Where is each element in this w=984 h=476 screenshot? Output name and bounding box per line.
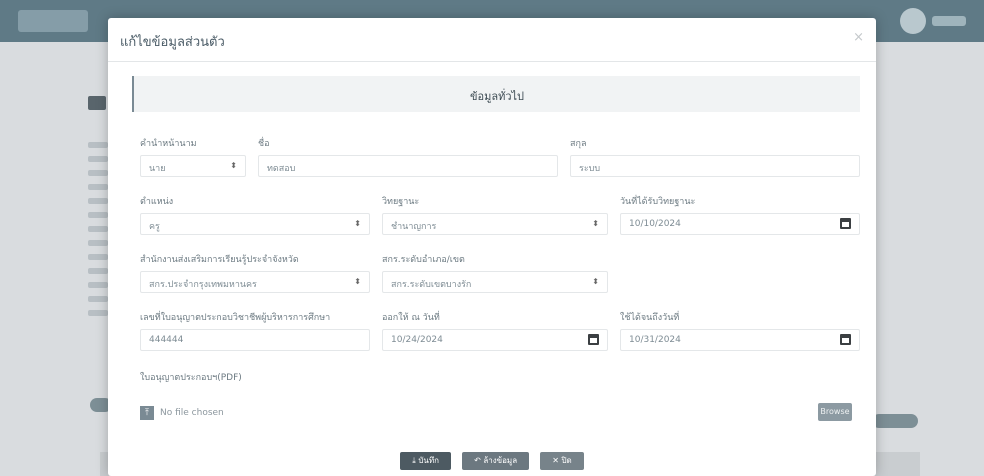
issue-date-label: ออกให้ ณ วันที่ xyxy=(382,313,440,323)
issue-date-value: 10/24/2024 xyxy=(391,335,443,345)
background-line xyxy=(88,212,108,218)
save-button[interactable]: ⤓ บันทึก xyxy=(400,452,452,470)
district-select[interactable]: สกร.ระดับเขตบางรัก ⬍ xyxy=(382,271,608,293)
license-file-field: ใบอนุญาตประกอบฯ(PDF) xyxy=(140,370,440,389)
background-pill xyxy=(872,414,918,428)
upload-icon[interactable]: ⤒ xyxy=(140,406,154,420)
reset-label: ล้างข้อมูล xyxy=(483,456,518,465)
background-line xyxy=(88,254,108,260)
close-button[interactable]: ✕ ปิด xyxy=(540,452,584,470)
office-select[interactable]: สกร.ประจำกรุงเทพมหานคร ⬍ xyxy=(140,271,370,293)
district-label: สกร.ระดับอำเภอ/เขต xyxy=(382,255,465,265)
academic-date-input[interactable]: 10/10/2024 xyxy=(620,213,860,235)
prefix-value: นาย xyxy=(149,164,166,174)
file-status: No file chosen xyxy=(160,408,224,418)
first-name-field: ชื่อ ทดสอบ xyxy=(258,136,558,177)
expiry-date-input[interactable]: 10/31/2024 xyxy=(620,329,860,351)
first-name-label: ชื่อ xyxy=(258,139,270,149)
modal-footer: ⤓ บันทึก ↶ ล้างข้อมูล ✕ ปิด xyxy=(108,448,876,470)
license-number-label: เลขที่ใบอนุญาตประกอบวิชาชีพผู้บริหารการศ… xyxy=(140,313,331,323)
issue-date-field: ออกให้ ณ วันที่ 10/24/2024 xyxy=(382,310,608,351)
background-line xyxy=(88,310,108,316)
district-value: สกร.ระดับเขตบางรัก xyxy=(391,280,472,290)
chevron-updown-icon: ⬍ xyxy=(230,161,237,170)
office-label: สำนักงานส่งเสริมการเรียนรู้ประจำจังหวัด xyxy=(140,255,299,265)
prefix-field: คำนำหน้านาม นาย ⬍ xyxy=(140,136,246,177)
issue-date-input[interactable]: 10/24/2024 xyxy=(382,329,608,351)
license-number-input[interactable]: 444444 xyxy=(140,329,370,351)
edit-profile-modal: แก้ไขข้อมูลส่วนตัว × ข้อมูลทั่วไป คำนำหน… xyxy=(108,18,876,476)
license-number-field: เลขที่ใบอนุญาตประกอบวิชาชีพผู้บริหารการศ… xyxy=(140,310,370,351)
expiry-date-label: ใช้ได้จนถึงวันที่ xyxy=(620,313,680,323)
avatar xyxy=(900,8,926,34)
section-title: ข้อมูลทั่วไป xyxy=(469,90,525,103)
academic-date-label: วันที่ได้รับวิทยฐานะ xyxy=(620,197,696,207)
chevron-updown-icon: ⬍ xyxy=(354,277,361,286)
position-field: ตำแหน่ง ครู ⬍ xyxy=(140,194,370,235)
last-name-field: สกุล ระบบ xyxy=(570,136,860,177)
file-upload[interactable]: ⤒ No file chosen Browse xyxy=(140,403,852,425)
background-line xyxy=(88,296,108,302)
reset-button[interactable]: ↶ ล้างข้อมูล xyxy=(462,452,530,470)
office-value: สกร.ประจำกรุงเทพมหานคร xyxy=(149,280,257,290)
last-name-input[interactable]: ระบบ xyxy=(570,155,860,177)
calendar-icon[interactable] xyxy=(588,334,599,345)
modal-title: แก้ไขข้อมูลส่วนตัว xyxy=(120,35,225,50)
position-select[interactable]: ครู ⬍ xyxy=(140,213,370,235)
background-line xyxy=(88,226,108,232)
background-line xyxy=(88,170,108,176)
academic-standing-value: ชำนาญการ xyxy=(391,222,437,232)
background-line xyxy=(88,156,108,162)
district-field: สกร.ระดับอำเภอ/เขต สกร.ระดับเขตบางรัก ⬍ xyxy=(382,252,608,293)
chevron-updown-icon: ⬍ xyxy=(354,219,361,228)
close-icon[interactable]: × xyxy=(853,30,864,45)
user-menu xyxy=(932,16,966,26)
app-logo xyxy=(18,10,88,32)
prefix-label: คำนำหน้านาม xyxy=(140,139,197,149)
background-line xyxy=(88,240,108,246)
position-label: ตำแหน่ง xyxy=(140,197,174,207)
academic-date-value: 10/10/2024 xyxy=(629,219,681,229)
academic-date-field: วันที่ได้รับวิทยฐานะ 10/10/2024 xyxy=(620,194,860,235)
background-line xyxy=(88,282,108,288)
academic-standing-select[interactable]: ชำนาญการ ⬍ xyxy=(382,213,608,235)
first-name-input[interactable]: ทดสอบ xyxy=(258,155,558,177)
position-value: ครู xyxy=(149,222,160,232)
save-label: บันทึก xyxy=(418,456,440,465)
chevron-updown-icon: ⬍ xyxy=(592,277,599,286)
background-line xyxy=(88,142,108,148)
background-line xyxy=(88,198,108,204)
expiry-date-field: ใช้ได้จนถึงวันที่ 10/31/2024 xyxy=(620,310,860,351)
browse-button[interactable]: Browse xyxy=(818,403,852,421)
academic-standing-label: วิทยฐานะ xyxy=(382,197,420,207)
office-field: สำนักงานส่งเสริมการเรียนรู้ประจำจังหวัด … xyxy=(140,252,370,293)
section-header: ข้อมูลทั่วไป xyxy=(132,76,860,112)
academic-standing-field: วิทยฐานะ ชำนาญการ ⬍ xyxy=(382,194,608,235)
chevron-updown-icon: ⬍ xyxy=(592,219,599,228)
background-line xyxy=(88,184,108,190)
calendar-icon[interactable] xyxy=(840,218,851,229)
close-label: ปิด xyxy=(561,456,572,465)
background-icon xyxy=(88,96,106,110)
last-name-label: สกุล xyxy=(570,139,587,149)
background-line xyxy=(88,268,108,274)
expiry-date-value: 10/31/2024 xyxy=(629,335,681,345)
license-file-label: ใบอนุญาตประกอบฯ(PDF) xyxy=(140,373,242,383)
modal-header: แก้ไขข้อมูลส่วนตัว × xyxy=(108,18,876,62)
undo-icon: ↶ xyxy=(474,456,484,465)
calendar-icon[interactable] xyxy=(840,334,851,345)
prefix-select[interactable]: นาย ⬍ xyxy=(140,155,246,177)
